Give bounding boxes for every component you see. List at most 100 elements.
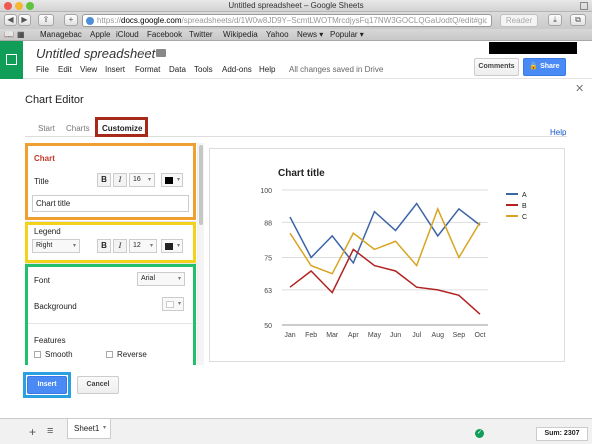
app-header: Untitled spreadsheet ☆ File Edit View In… <box>0 41 592 79</box>
x-tick-label: Mar <box>326 332 339 339</box>
cancel-button[interactable]: Cancel <box>77 376 119 394</box>
bookmark-wikipedia[interactable]: Wikipedia <box>223 30 258 39</box>
chart-title-input[interactable] <box>32 195 189 212</box>
top-sites-icon[interactable]: ▦ <box>17 30 25 39</box>
bookmark-facebook[interactable]: Facebook <box>147 30 182 39</box>
panel-scrollbar[interactable] <box>198 143 204 365</box>
url-text: https://docs.google.com/spreadsheets/d/1… <box>97 16 487 25</box>
smooth-checkbox[interactable] <box>34 351 41 358</box>
legend-label-a: A <box>522 192 527 199</box>
comments-button[interactable]: Comments <box>474 58 519 76</box>
redacted-account <box>489 42 577 54</box>
scrollbar-thumb[interactable] <box>199 145 203 225</box>
close-icon[interactable]: ✕ <box>575 82 584 95</box>
check-icon: ✓ <box>475 429 484 438</box>
address-bar[interactable]: https://docs.google.com/spreadsheets/d/1… <box>82 14 492 27</box>
window-titlebar: Untitled spreadsheet – Google Sheets <box>0 0 592 12</box>
menu-tools[interactable]: Tools <box>194 65 213 74</box>
title-bold-button[interactable]: B <box>97 173 111 187</box>
chart-preview[interactable]: Chart title 100 88 75 63 50 Jan Feb Mar Apr May Ju… <box>209 148 565 362</box>
title-font-size-select[interactable]: 16 ▾ <box>129 173 155 187</box>
bookmark-yahoo[interactable]: Yahoo <box>266 30 289 39</box>
features-label: Features <box>34 336 66 345</box>
bookmark-icloud[interactable]: iCloud <box>116 30 139 39</box>
background-color-picker[interactable]: ▾ <box>162 297 184 311</box>
browser-toolbar: ◀ ▶ ⇪ + https://docs.google.com/spreadsh… <box>0 12 592 29</box>
section-divider <box>25 263 197 264</box>
globe-icon <box>86 17 94 25</box>
sheet-name: Sheet1 <box>74 424 100 433</box>
forward-button[interactable]: ▶ <box>18 14 31 26</box>
customize-panel[interactable]: Chart Title B I 16▾ ▾ Legend Right▾ B I … <box>25 143 198 365</box>
chart-editor-dialog: Chart Editor ✕ Start Charts Customize He… <box>0 80 592 418</box>
menu-file[interactable]: File <box>36 65 49 74</box>
new-tab-button[interactable]: + <box>64 14 78 26</box>
menu-view[interactable]: View <box>80 65 97 74</box>
legend-italic-button[interactable]: I <box>113 239 127 253</box>
bookmark-twitter[interactable]: Twitter <box>189 30 213 39</box>
bookmark-news[interactable]: News ▾ <box>297 30 323 39</box>
insert-button[interactable]: Insert <box>27 376 67 394</box>
title-label: Title <box>34 177 49 186</box>
sum-indicator[interactable]: Sum: 2307 <box>536 427 588 441</box>
font-family-select[interactable]: Arial ▾ <box>137 272 185 286</box>
legend-label-c: C <box>522 214 527 221</box>
y-tick-label: 50 <box>264 323 272 330</box>
back-button[interactable]: ◀ <box>4 14 17 26</box>
menu-insert[interactable]: Insert <box>105 65 125 74</box>
section-divider <box>25 221 197 222</box>
tab-customize[interactable]: Customize <box>102 124 142 133</box>
x-tick-label: Jul <box>412 332 421 339</box>
legend-label-b: B <box>522 203 527 210</box>
legend-color-picker[interactable]: ▾ <box>161 239 183 253</box>
legend-label: Legend <box>34 227 61 236</box>
bookmark-managebac[interactable]: Managebac <box>40 30 82 39</box>
title-italic-button[interactable]: I <box>113 173 127 187</box>
tab-start[interactable]: Start <box>38 124 55 133</box>
bookmarks-bar: 📖 ▦ Managebac Apple iCloud Facebook Twit… <box>0 29 592 41</box>
legend-position-select[interactable]: Right ▾ <box>32 239 80 253</box>
x-tick-label: Jan <box>284 332 295 339</box>
add-sheet-icon[interactable]: + <box>29 425 36 439</box>
legend-bold-button[interactable]: B <box>97 239 111 253</box>
tab-charts[interactable]: Charts <box>66 124 90 133</box>
title-color-picker[interactable]: ▾ <box>161 173 183 187</box>
bookmark-apple[interactable]: Apple <box>90 30 110 39</box>
lock-icon: 🔒 <box>529 63 539 70</box>
menu-addons[interactable]: Add-ons <box>222 65 252 74</box>
bookmark-popular[interactable]: Popular ▾ <box>330 30 364 39</box>
sheets-logo-icon[interactable] <box>0 41 23 79</box>
menu-edit[interactable]: Edit <box>58 65 72 74</box>
fullscreen-icon[interactable] <box>580 2 588 10</box>
legend-font-size-select[interactable]: 12 ▾ <box>129 239 157 253</box>
tabs-icon[interactable]: ⧉ <box>570 14 586 26</box>
menu-data[interactable]: Data <box>169 65 186 74</box>
folder-icon[interactable] <box>156 49 166 57</box>
sheet-tab[interactable]: Sheet1 ▾ <box>67 419 111 439</box>
dialog-title: Chart Editor <box>25 94 84 106</box>
menu-format[interactable]: Format <box>135 65 160 74</box>
series-line-b <box>289 248 481 315</box>
y-tick-label: 75 <box>264 256 272 263</box>
x-tick-label: Sep <box>453 332 466 339</box>
background-label: Background <box>34 302 77 311</box>
menu-help[interactable]: Help <box>259 65 275 74</box>
y-tick-label: 100 <box>260 188 272 195</box>
tab-divider <box>25 136 567 137</box>
x-tick-label: Apr <box>348 332 360 339</box>
share-label: Share <box>540 63 560 70</box>
share-page-icon[interactable]: ⇪ <box>38 14 54 26</box>
save-status: All changes saved in Drive <box>289 65 384 74</box>
share-button[interactable]: 🔒 Share <box>523 58 566 76</box>
y-tick-label: 63 <box>264 288 272 295</box>
downloads-icon[interactable]: ⤓ <box>548 14 562 26</box>
star-icon[interactable]: ☆ <box>139 46 150 60</box>
doc-title[interactable]: Untitled spreadsheet <box>36 46 155 61</box>
all-sheets-icon[interactable]: ≡ <box>47 425 53 437</box>
reader-button[interactable]: Reader <box>500 14 538 27</box>
reverse-checkbox[interactable] <box>106 351 113 358</box>
series-line-a <box>289 202 481 265</box>
x-tick-label: May <box>368 332 382 339</box>
bookmarks-list-icon[interactable]: 📖 <box>4 30 14 39</box>
line-chart: Chart title 100 88 75 63 50 Jan Feb Mar Apr May Ju… <box>260 168 527 339</box>
